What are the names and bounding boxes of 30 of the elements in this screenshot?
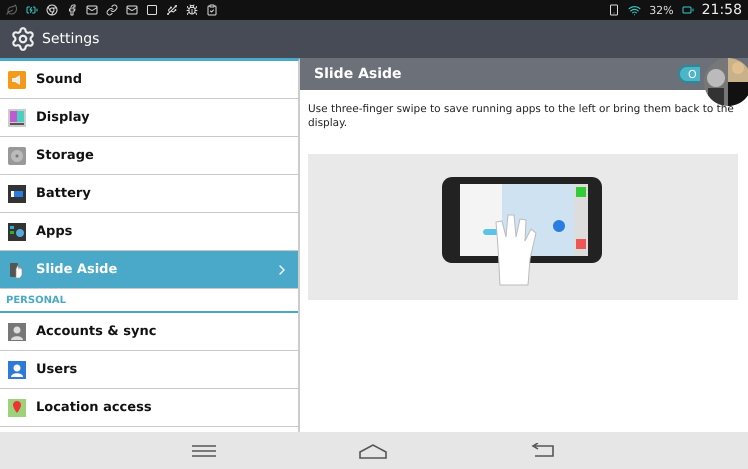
clipboard-check-icon [206, 4, 218, 16]
bug-icon [186, 4, 198, 16]
battery-charging-icon [26, 4, 38, 16]
vibrate-icon [608, 4, 620, 16]
battery-icon [8, 184, 26, 202]
apps-icon [8, 222, 26, 240]
speaker-icon [8, 70, 26, 88]
description: Use three-finger swipe to save running apps to the left or bring them back to the display. [308, 102, 735, 130]
link-icon [106, 4, 118, 16]
facebook-icon [66, 4, 78, 16]
wifi-icon [628, 4, 642, 16]
app-title: Settings [42, 31, 100, 47]
account-icon [8, 322, 26, 340]
chrome-icon [46, 4, 58, 16]
home-icon[interactable] [358, 442, 388, 458]
menu-icon[interactable] [190, 444, 217, 458]
clock: 21:58 [702, 2, 742, 18]
map-pin-icon [8, 398, 26, 416]
display-icon [8, 108, 26, 126]
battery-percent: 32% [649, 4, 674, 16]
square-icon [146, 4, 158, 16]
user-icon [8, 360, 26, 378]
mail-icon [126, 4, 138, 16]
leaf-icon [6, 4, 18, 16]
battery-icon [682, 4, 694, 16]
detail-title: Slide Aside [314, 66, 403, 82]
usb-icon [166, 4, 178, 16]
disk-icon [8, 146, 26, 164]
settings-icon [10, 26, 36, 52]
mail-icon [86, 4, 98, 16]
